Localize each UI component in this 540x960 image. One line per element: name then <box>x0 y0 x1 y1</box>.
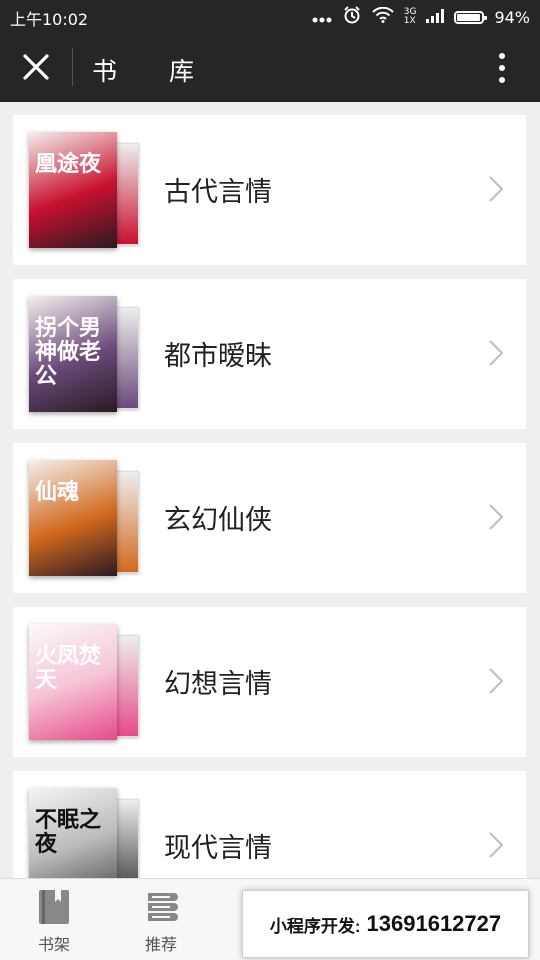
more-vertical-icon[interactable] <box>484 50 520 86</box>
nav-bar: 书 库 <box>0 32 540 102</box>
category-label: 幻想言情 <box>164 669 272 700</box>
wifi-icon <box>372 6 394 27</box>
tab-recommend[interactable]: 推荐 <box>131 889 191 955</box>
stack-icon <box>144 889 178 925</box>
signal-icon <box>426 8 445 27</box>
chevron-right-icon <box>488 831 504 859</box>
battery-icon <box>454 10 488 24</box>
battery-percent: 94% <box>494 7 530 27</box>
category-card-4[interactable]: 火凤焚天 幻想言情 <box>13 607 526 757</box>
category-label: 古代言情 <box>164 177 272 208</box>
tab-bookshelf-label: 书架 <box>37 935 70 954</box>
category-label: 现代言情 <box>164 833 272 864</box>
status-bar: 上午10:02 3G 1X 94% <box>0 0 540 32</box>
network-bottom: 1X <box>403 16 416 26</box>
category-list: 凰途夜 古代言情 拐个男神做老公 都市暧昧 仙魂 玄幻仙侠 <box>13 115 526 935</box>
close-icon[interactable] <box>18 49 54 85</box>
promo-banner[interactable]: 小程序开发: 13691612727 <box>242 890 529 958</box>
status-icons: 3G 1X 94% <box>312 5 530 29</box>
category-card-1[interactable]: 凰途夜 古代言情 <box>13 115 526 265</box>
category-label: 都市暧昧 <box>164 341 272 372</box>
chevron-right-icon <box>488 667 504 695</box>
alarm-icon <box>342 5 362 29</box>
tab-recommend-label: 推荐 <box>144 935 177 954</box>
more-dots-icon <box>312 8 332 27</box>
promo-phone: 13691612727 <box>366 911 502 936</box>
page-title: 书 库 <box>92 57 216 86</box>
tab-bookshelf[interactable]: 书架 <box>24 889 84 955</box>
chevron-right-icon <box>488 503 504 531</box>
promo-label: 小程序开发: <box>269 916 361 936</box>
book-icon <box>37 889 71 925</box>
nav-divider <box>72 48 73 86</box>
category-label: 玄幻仙侠 <box>164 505 272 536</box>
network-type: 3G 1X <box>404 8 417 26</box>
category-card-3[interactable]: 仙魂 玄幻仙侠 <box>13 443 526 593</box>
status-time: 上午10:02 <box>10 10 89 29</box>
chevron-right-icon <box>488 339 504 367</box>
chevron-right-icon <box>488 175 504 203</box>
category-card-2[interactable]: 拐个男神做老公 都市暧昧 <box>13 279 526 429</box>
